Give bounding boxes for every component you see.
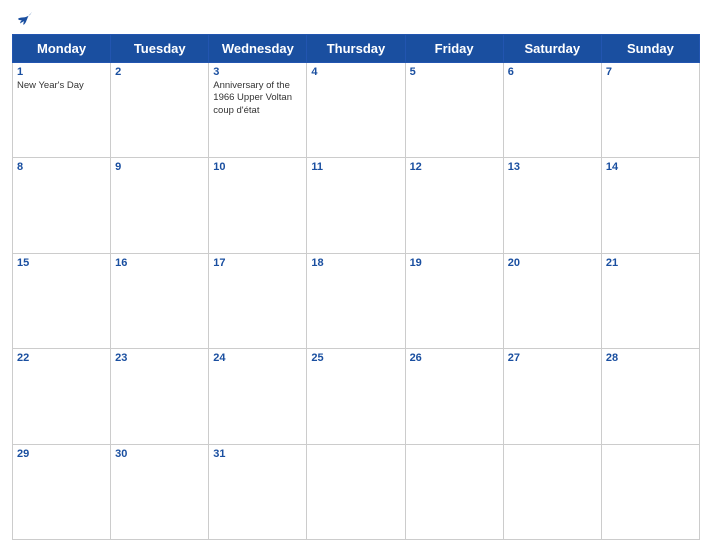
weekday-header-wednesday: Wednesday bbox=[209, 35, 307, 63]
calendar-cell: 16 bbox=[111, 253, 209, 348]
day-number: 11 bbox=[311, 161, 400, 173]
day-number: 8 bbox=[17, 161, 106, 173]
calendar-cell bbox=[405, 444, 503, 539]
calendar-cell: 15 bbox=[13, 253, 111, 348]
day-number: 16 bbox=[115, 257, 204, 269]
day-number: 7 bbox=[606, 66, 695, 78]
page: MondayTuesdayWednesdayThursdayFridaySatu… bbox=[0, 0, 712, 550]
calendar-table: MondayTuesdayWednesdayThursdayFridaySatu… bbox=[12, 34, 700, 540]
calendar-cell: 8 bbox=[13, 158, 111, 253]
calendar-cell: 17 bbox=[209, 253, 307, 348]
calendar-cell: 27 bbox=[503, 349, 601, 444]
day-number: 31 bbox=[213, 448, 302, 460]
calendar-cell bbox=[307, 444, 405, 539]
day-number: 22 bbox=[17, 352, 106, 364]
weekday-header-monday: Monday bbox=[13, 35, 111, 63]
day-number: 20 bbox=[508, 257, 597, 269]
day-number: 9 bbox=[115, 161, 204, 173]
calendar-cell: 24 bbox=[209, 349, 307, 444]
calendar-cell: 19 bbox=[405, 253, 503, 348]
day-number: 15 bbox=[17, 257, 106, 269]
calendar-cell: 22 bbox=[13, 349, 111, 444]
day-number: 19 bbox=[410, 257, 499, 269]
calendar-cell: 10 bbox=[209, 158, 307, 253]
calendar-cell: 12 bbox=[405, 158, 503, 253]
day-number: 1 bbox=[17, 66, 106, 78]
day-number: 4 bbox=[311, 66, 400, 78]
calendar-cell: 23 bbox=[111, 349, 209, 444]
day-number: 29 bbox=[17, 448, 106, 460]
calendar-cell: 21 bbox=[601, 253, 699, 348]
calendar-week-row: 29 30 31 bbox=[13, 444, 700, 539]
day-number: 5 bbox=[410, 66, 499, 78]
day-number: 2 bbox=[115, 66, 204, 78]
day-number: 13 bbox=[508, 161, 597, 173]
day-number: 6 bbox=[508, 66, 597, 78]
calendar-week-row: 15 16 17 18 19 20 21 bbox=[13, 253, 700, 348]
calendar-week-row: 89 10 11 12 13 14 bbox=[13, 158, 700, 253]
calendar-cell: 31 bbox=[209, 444, 307, 539]
day-number: 25 bbox=[311, 352, 400, 364]
calendar-cell: 20 bbox=[503, 253, 601, 348]
event-text: New Year's Day bbox=[17, 80, 106, 92]
day-number: 23 bbox=[115, 352, 204, 364]
logo bbox=[14, 10, 34, 28]
calendar-cell: 2 bbox=[111, 63, 209, 158]
day-number: 26 bbox=[410, 352, 499, 364]
weekday-header-friday: Friday bbox=[405, 35, 503, 63]
calendar-cell: 29 bbox=[13, 444, 111, 539]
weekday-header-tuesday: Tuesday bbox=[111, 35, 209, 63]
day-number: 30 bbox=[115, 448, 204, 460]
calendar-cell: 5 bbox=[405, 63, 503, 158]
weekday-header-thursday: Thursday bbox=[307, 35, 405, 63]
calendar-cell: 9 bbox=[111, 158, 209, 253]
calendar-cell: 26 bbox=[405, 349, 503, 444]
calendar-cell: 11 bbox=[307, 158, 405, 253]
calendar-cell: 4 bbox=[307, 63, 405, 158]
day-number: 21 bbox=[606, 257, 695, 269]
calendar-cell: 1 New Year's Day bbox=[13, 63, 111, 158]
day-number: 24 bbox=[213, 352, 302, 364]
weekday-header-row: MondayTuesdayWednesdayThursdayFridaySatu… bbox=[13, 35, 700, 63]
calendar-cell: 13 bbox=[503, 158, 601, 253]
day-number: 18 bbox=[311, 257, 400, 269]
calendar-cell: 3 Anniversary of the 1966 Upper Voltan co… bbox=[209, 63, 307, 158]
day-number: 3 bbox=[213, 66, 302, 78]
calendar-cell bbox=[601, 444, 699, 539]
calendar-cell: 28 bbox=[601, 349, 699, 444]
calendar-week-row: 1 New Year's Day 23 Anniversary of the 1966… bbox=[13, 63, 700, 158]
weekday-header-sunday: Sunday bbox=[601, 35, 699, 63]
event-text: Anniversary of the 1966 Upper Voltan cou… bbox=[213, 80, 302, 117]
calendar-cell: 14 bbox=[601, 158, 699, 253]
header bbox=[12, 10, 700, 28]
logo-bird-icon bbox=[16, 10, 34, 28]
day-number: 12 bbox=[410, 161, 499, 173]
day-number: 28 bbox=[606, 352, 695, 364]
calendar-cell: 18 bbox=[307, 253, 405, 348]
calendar-cell: 7 bbox=[601, 63, 699, 158]
calendar-cell: 6 bbox=[503, 63, 601, 158]
day-number: 14 bbox=[606, 161, 695, 173]
calendar-week-row: 22 23 24 25 26 27 28 bbox=[13, 349, 700, 444]
calendar-cell: 25 bbox=[307, 349, 405, 444]
calendar-cell: 30 bbox=[111, 444, 209, 539]
weekday-header-saturday: Saturday bbox=[503, 35, 601, 63]
day-number: 17 bbox=[213, 257, 302, 269]
calendar-cell bbox=[503, 444, 601, 539]
day-number: 27 bbox=[508, 352, 597, 364]
day-number: 10 bbox=[213, 161, 302, 173]
